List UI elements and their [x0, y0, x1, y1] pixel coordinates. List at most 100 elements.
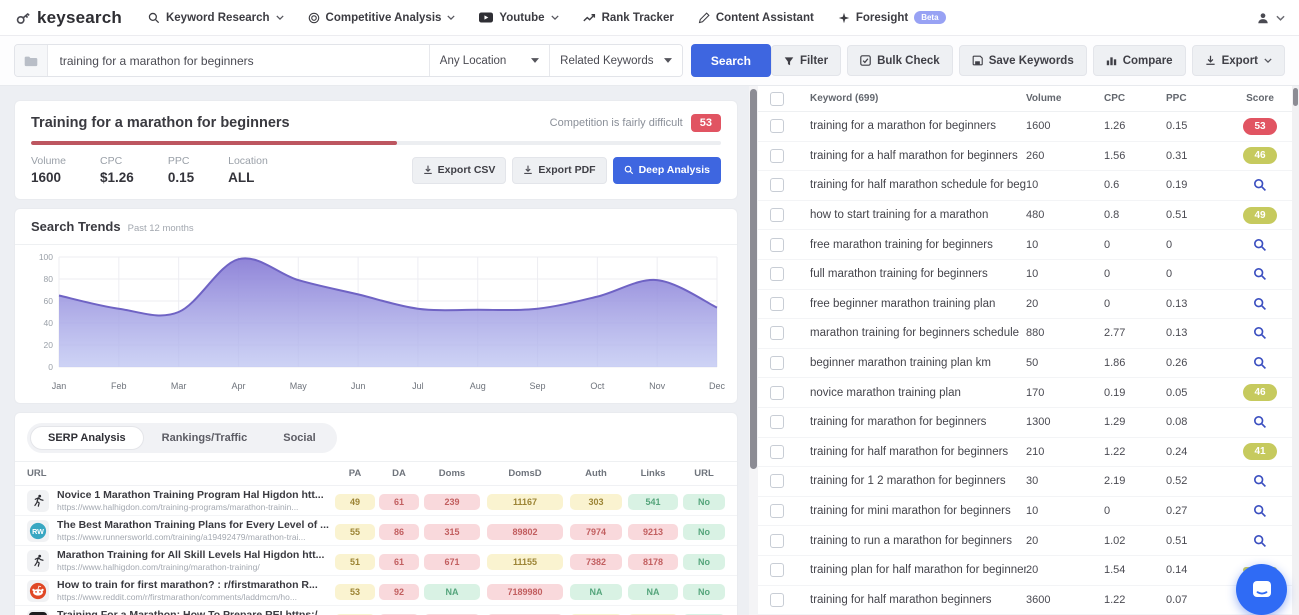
keyword-text[interactable]: full marathon training for beginners [810, 268, 1026, 280]
account-menu[interactable] [1256, 11, 1285, 25]
check-score-icon[interactable] [1253, 238, 1267, 252]
keyword-volume: 20 [1026, 535, 1104, 547]
nav-item-rank-tracker[interactable]: Rank Tracker [583, 12, 674, 24]
keyword-row: training for mini marathon for beginners… [758, 497, 1292, 527]
save-keywords-button[interactable]: Save Keywords [959, 45, 1087, 76]
serp-result-url[interactable]: https://www.runnersworld.com/training/a1… [57, 532, 329, 543]
serp-column-header: DomsD [483, 468, 567, 479]
bulk-check-button[interactable]: Bulk Check [847, 45, 953, 76]
serp-result-title[interactable]: Training For a Marathon: How To Prepare … [57, 609, 326, 615]
keyword-checkbox[interactable] [770, 119, 784, 133]
nav-item-content-assistant[interactable]: Content Assistant [698, 12, 814, 24]
keyword-mode-select[interactable]: Related Keywords [549, 45, 682, 76]
filter-button[interactable]: Filter [771, 45, 841, 76]
nav-item-competitive-analysis[interactable]: Competitive Analysis [308, 12, 456, 24]
keyword-text[interactable]: training for half marathon schedule for … [810, 179, 1026, 191]
keyword-checkbox[interactable] [770, 445, 784, 459]
serp-result-url[interactable]: https://www.reddit.com/r/firstmarathon/c… [57, 592, 318, 603]
youtube-icon [479, 12, 493, 23]
keyword-checkbox[interactable] [770, 238, 784, 252]
serp-result-url[interactable]: https://www.halhigdon.com/training-progr… [57, 502, 324, 513]
page-scrollbar-thumb[interactable] [1293, 88, 1298, 106]
serp-result-url[interactable]: https://www.halhigdon.com/training/marat… [57, 562, 324, 573]
keyword-text[interactable]: training for 1 2 marathon for beginners [810, 475, 1026, 487]
keyword-text[interactable]: training for half marathon for beginners [810, 446, 1026, 458]
keyword-checkbox[interactable] [770, 326, 784, 340]
keyword-text[interactable]: how to start training for a marathon [810, 209, 1026, 221]
serp-metric-chip: 89802 [487, 524, 563, 540]
check-score-icon[interactable] [1253, 474, 1267, 488]
keyword-text[interactable]: training for a marathon for beginners [810, 120, 1026, 132]
serp-metric-chip: No [683, 524, 724, 540]
nav-item-foresight[interactable]: ForesightBeta [838, 11, 946, 24]
keyword-text[interactable]: training plan for half marathon for begi… [810, 564, 1026, 576]
nav-item-keyword-research[interactable]: Keyword Research [148, 12, 284, 24]
action-label: Export [1222, 55, 1258, 67]
keyword-checkbox[interactable] [770, 356, 784, 370]
keyword-search-input[interactable] [48, 45, 429, 76]
check-score-icon[interactable] [1253, 504, 1267, 518]
select-all-checkbox[interactable] [770, 92, 784, 106]
left-pane-scrollbar-thumb[interactable] [750, 89, 757, 469]
keyword-text[interactable]: beginner marathon training plan km [810, 357, 1026, 369]
keyword-text[interactable]: training for half marathon beginners [810, 594, 1026, 606]
cpc-column-header: CPC [1104, 93, 1166, 104]
svg-text:Oct: Oct [590, 381, 605, 391]
keyword-text[interactable]: training to run a marathon for beginners [810, 535, 1026, 547]
keyword-checkbox[interactable] [770, 386, 784, 400]
overview-keyword-title: Training for a marathon for beginners [31, 115, 290, 131]
keyword-text[interactable]: training for a half marathon for beginne… [810, 150, 1026, 162]
ppc-column-header: PPC [1166, 93, 1228, 104]
check-score-icon[interactable] [1253, 267, 1267, 281]
keyword-checkbox[interactable] [770, 149, 784, 163]
saved-lists-button[interactable] [15, 45, 48, 76]
compare-button[interactable]: Compare [1093, 45, 1186, 76]
chevron-down-icon [551, 15, 559, 20]
check-score-icon[interactable] [1253, 415, 1267, 429]
serp-result-title[interactable]: How to train for first marathon? : r/fir… [57, 579, 318, 592]
check-score-icon[interactable] [1253, 534, 1267, 548]
check-score-icon[interactable] [1253, 356, 1267, 370]
svg-text:100: 100 [39, 252, 53, 262]
keyword-text[interactable]: free beginner marathon training plan [810, 298, 1026, 310]
serp-result-title[interactable]: Marathon Training for All Skill Levels H… [57, 549, 324, 562]
keyword-checkbox[interactable] [770, 504, 784, 518]
keyword-text[interactable]: marathon training for beginners schedule [810, 327, 1026, 339]
serp-metric-chip: 315 [424, 524, 480, 540]
keyword-checkbox[interactable] [770, 593, 784, 607]
export-csv-button[interactable]: Export CSV [412, 157, 507, 184]
location-select[interactable]: Any Location [429, 45, 549, 76]
check-score-icon[interactable] [1253, 326, 1267, 340]
check-score-icon[interactable] [1253, 297, 1267, 311]
tab-social[interactable]: Social [265, 426, 333, 450]
serp-metric-chip: 541 [628, 494, 678, 510]
keyword-checkbox[interactable] [770, 534, 784, 548]
search-button[interactable]: Search [691, 44, 771, 77]
keyword-checkbox[interactable] [770, 563, 784, 577]
keyword-checkbox[interactable] [770, 474, 784, 488]
export-button[interactable]: Export [1192, 45, 1285, 76]
keyword-row: training for half marathon schedule for … [758, 171, 1292, 201]
keyword-checkbox[interactable] [770, 267, 784, 281]
tab-rankings-traffic[interactable]: Rankings/Traffic [144, 426, 266, 450]
keyword-cpc: 1.56 [1104, 150, 1166, 162]
export-pdf-button[interactable]: Export PDF [512, 157, 606, 184]
keyword-checkbox[interactable] [770, 297, 784, 311]
keyword-text[interactable]: novice marathon training plan [810, 387, 1026, 399]
main-content: Training for a marathon for beginners Co… [0, 86, 1299, 615]
keyword-text[interactable]: training for marathon for beginners [810, 416, 1026, 428]
keyword-text[interactable]: training for mini marathon for beginners [810, 505, 1026, 517]
tab-serp-analysis[interactable]: SERP Analysis [30, 426, 144, 450]
keysearch-logo[interactable]: keysearch [14, 8, 122, 28]
serp-result-title[interactable]: The Best Marathon Training Plans for Eve… [57, 519, 329, 532]
keyword-checkbox[interactable] [770, 208, 784, 222]
deep-analysis-button[interactable]: Deep Analysis [613, 157, 721, 184]
keyword-checkbox[interactable] [770, 178, 784, 192]
keyword-cpc: 1.54 [1104, 564, 1166, 576]
nav-item-youtube[interactable]: Youtube [479, 12, 558, 24]
keyword-text[interactable]: free marathon training for beginners [810, 239, 1026, 251]
check-score-icon[interactable] [1253, 178, 1267, 192]
keyword-checkbox[interactable] [770, 415, 784, 429]
serp-result-title[interactable]: Novice 1 Marathon Training Program Hal H… [57, 489, 324, 502]
chat-widget-button[interactable] [1236, 564, 1287, 615]
